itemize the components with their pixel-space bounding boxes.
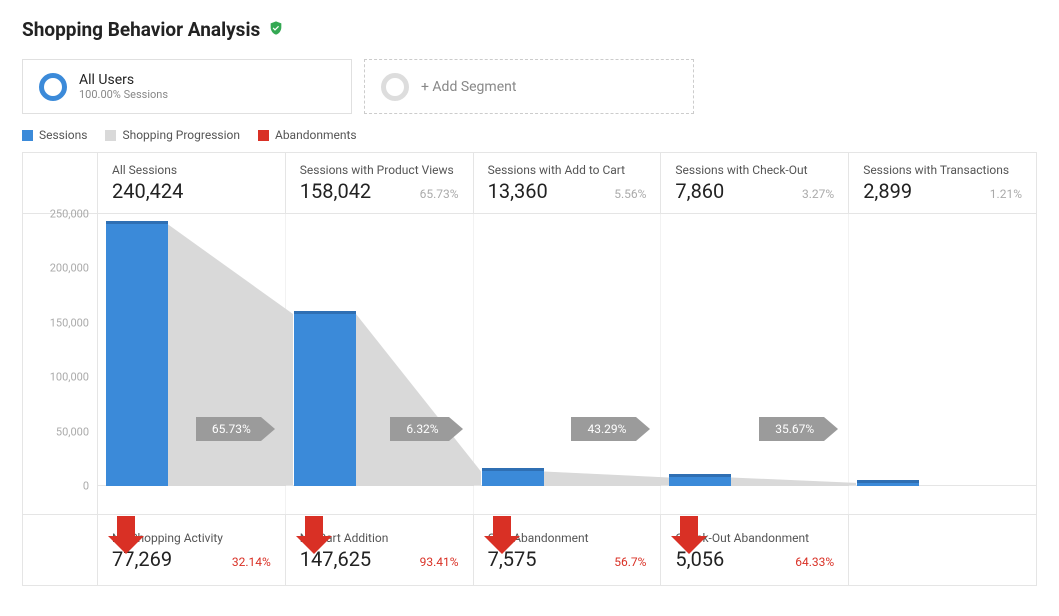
session-bar: [669, 474, 731, 486]
stage-col-4: [849, 214, 1036, 514]
segment-sub: 100.00% Sessions: [79, 88, 168, 101]
page: Shopping Behavior Analysis All Users 100…: [0, 0, 1059, 616]
transition-pct: 35.67%: [759, 417, 824, 441]
yaxis-tick: 0: [83, 480, 89, 493]
stage-pct: 65.73%: [420, 187, 459, 201]
transition-pct: 65.73%: [196, 417, 261, 441]
transition-pct: 43.29%: [571, 417, 636, 441]
stage-label: Sessions with Add to Cart: [488, 163, 647, 177]
session-bar: [857, 480, 919, 486]
legend-swatch-blue-icon: [22, 130, 33, 141]
transition-pct: 6.32%: [390, 417, 448, 441]
arrow-right-icon: [261, 417, 275, 441]
yaxis: 250,000200,000150,000100,00050,0000: [23, 214, 98, 514]
chart-area: 250,000200,000150,000100,00050,0000 65.7…: [23, 214, 1036, 514]
arrow-right-icon: [449, 417, 463, 441]
stage-label: All Sessions: [112, 163, 271, 177]
verified-shield-icon: [268, 20, 284, 40]
segment-empty-circle-icon: [381, 73, 409, 101]
legend-progression[interactable]: Shopping Progression: [105, 128, 240, 142]
stage-value: 13,360: [488, 179, 548, 203]
transition-arrow: 43.29%: [571, 417, 650, 441]
stage-head-3[interactable]: Sessions with Check-Out 7,860 3.27%: [661, 153, 849, 213]
abandon-pct: 32.14%: [232, 555, 271, 569]
abandon-pct: 93.41%: [420, 555, 459, 569]
legend-abandonments[interactable]: Abandonments: [258, 128, 357, 142]
page-title: Shopping Behavior Analysis: [22, 18, 260, 41]
stage-pct: 1.21%: [990, 187, 1022, 201]
legend-abandonments-label: Abandonments: [275, 128, 357, 142]
stage-value: 2,899: [863, 179, 912, 203]
funnel-card: All Sessions 240,424 Sessions with Produ…: [22, 152, 1037, 586]
stage-head-4[interactable]: Sessions with Transactions 2,899 1.21%: [849, 153, 1036, 213]
transition-arrow: 35.67%: [759, 417, 838, 441]
stage-pct: 5.56%: [614, 187, 646, 201]
stage-col-1: 6.32%: [286, 214, 474, 514]
session-bar: [106, 221, 168, 486]
add-segment-button[interactable]: + Add Segment: [364, 59, 694, 114]
stage-value: 7,860: [675, 179, 724, 203]
segment-all-users[interactable]: All Users 100.00% Sessions: [22, 59, 352, 114]
stage-label: Sessions with Transactions: [863, 163, 1022, 177]
legend-progression-label: Shopping Progression: [122, 128, 240, 142]
stage-value: 158,042: [300, 179, 371, 203]
yaxis-tick: 250,000: [50, 208, 89, 221]
add-segment-label: + Add Segment: [421, 79, 516, 95]
stage-col-2: 43.29%: [474, 214, 662, 514]
stage-col-3: 35.67%: [661, 214, 849, 514]
stage-pct: 3.27%: [802, 187, 834, 201]
stage-label: Sessions with Check-Out: [675, 163, 834, 177]
segment-name: All Users: [79, 72, 168, 88]
transition-arrow: 6.32%: [390, 417, 462, 441]
stage-value: 240,424: [112, 179, 183, 203]
stage-col-0: 65.73%: [98, 214, 286, 514]
legend-sessions-label: Sessions: [39, 128, 87, 142]
arrow-right-icon: [636, 417, 650, 441]
yaxis-tick: 50,000: [56, 425, 89, 438]
session-bar: [294, 311, 356, 486]
yaxis-tick: 100,000: [50, 371, 89, 384]
transition-arrow: 65.73%: [196, 417, 275, 441]
legend: Sessions Shopping Progression Abandonmen…: [22, 128, 1037, 142]
abandon-row: No Shopping Activity 77,269 32.14% No Ca…: [23, 514, 1036, 585]
abandon-pct: 64.33%: [795, 555, 834, 569]
yaxis-spacer-bottom: [23, 515, 98, 585]
stage-head-2[interactable]: Sessions with Add to Cart 13,360 5.56%: [474, 153, 662, 213]
stage-head-1[interactable]: Sessions with Product Views 158,042 65.7…: [286, 153, 474, 213]
segment-circle-icon: [39, 73, 67, 101]
legend-sessions[interactable]: Sessions: [22, 128, 87, 142]
stage-head-0[interactable]: All Sessions 240,424: [98, 153, 286, 213]
stage-headers: All Sessions 240,424 Sessions with Produ…: [23, 153, 1036, 214]
stage-label: Sessions with Product Views: [300, 163, 459, 177]
abandon-pct: 56.7%: [614, 555, 646, 569]
abandon-cell-empty: [849, 515, 1036, 585]
arrow-right-icon: [824, 417, 838, 441]
yaxis-tick: 200,000: [50, 262, 89, 275]
legend-swatch-red-icon: [258, 130, 269, 141]
yaxis-spacer: [23, 153, 98, 213]
yaxis-tick: 150,000: [50, 316, 89, 329]
segments-row: All Users 100.00% Sessions + Add Segment: [22, 59, 1037, 114]
session-bar: [482, 468, 544, 486]
legend-swatch-grey-icon: [105, 130, 116, 141]
title-row: Shopping Behavior Analysis: [22, 18, 1037, 41]
